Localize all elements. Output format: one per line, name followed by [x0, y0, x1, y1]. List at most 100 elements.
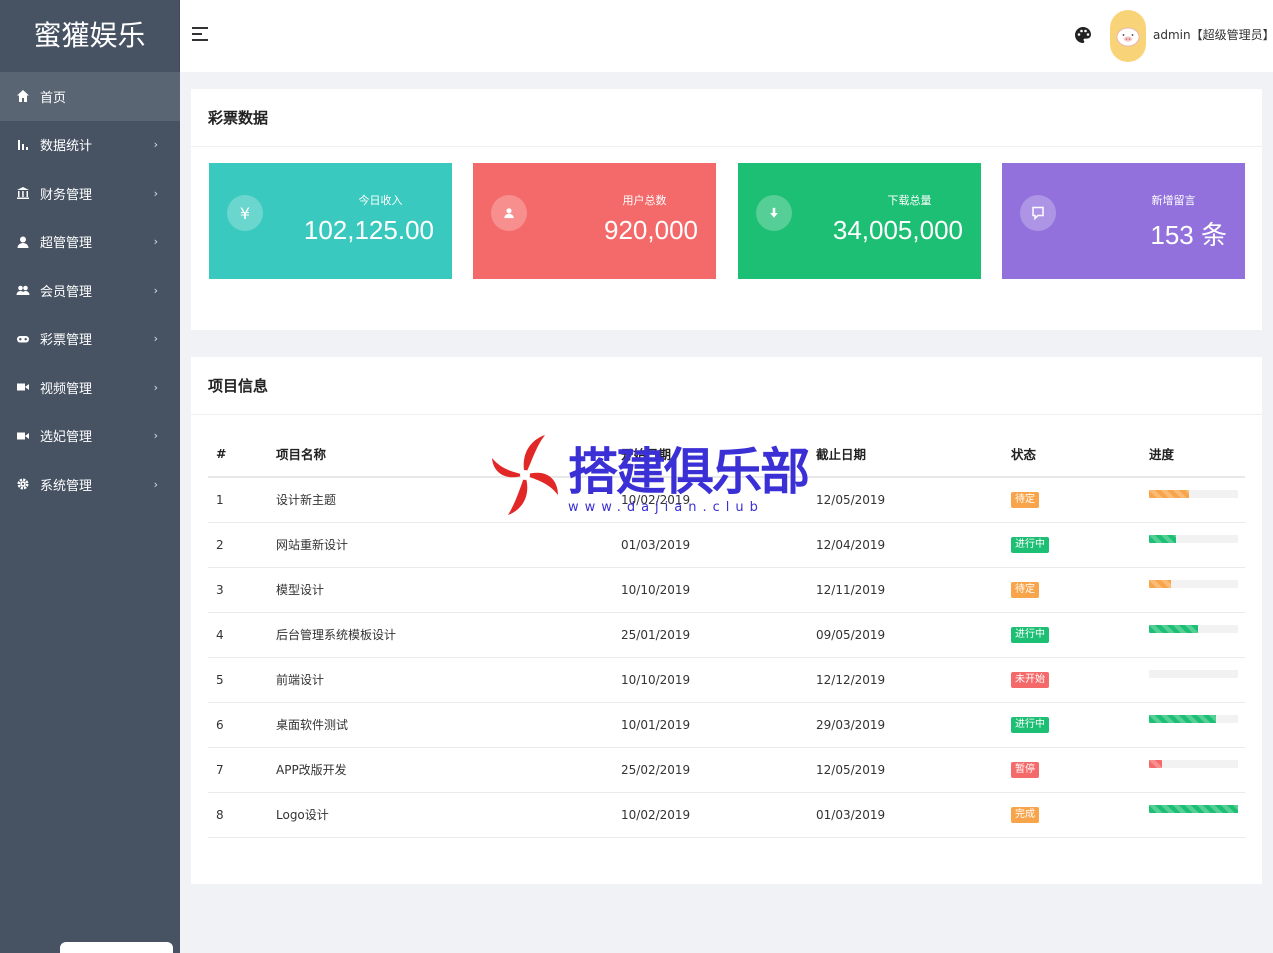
user-icon [16, 235, 30, 249]
panel-title: 彩票数据 [191, 89, 1262, 147]
sidebar-item-4[interactable]: 会员管理 › [0, 266, 180, 315]
progress-fill [1149, 534, 1176, 543]
progress-fill [1149, 579, 1172, 588]
panel-title: 项目信息 [191, 357, 1262, 415]
column-header: 进度 [1141, 431, 1245, 478]
status-badge: 进行中 [1011, 717, 1049, 733]
stat-card[interactable]: 用户总数 920,000 [473, 163, 716, 279]
end-date: 12/11/2019 [808, 567, 1003, 613]
project-name: 后台管理系统模板设计 [268, 612, 613, 658]
progress-cell [1141, 567, 1245, 613]
progress-cell [1141, 702, 1245, 748]
video-icon [16, 380, 30, 394]
progress-cell [1141, 792, 1245, 838]
stat-value: 920,000 [604, 215, 698, 245]
sidebar-item-8[interactable]: 系统管理 › [0, 460, 180, 509]
status-cell: 未开始 [1003, 657, 1141, 703]
start-date: 01/03/2019 [613, 522, 808, 568]
status-cell: 完成 [1003, 792, 1141, 838]
table-row[interactable]: 1 设计新主题 10/02/2019 12/05/2019 待定 [208, 477, 1245, 523]
start-date: 10/02/2019 [613, 477, 808, 523]
table-header-row: # 项目名称 开始日期 截止日期 状态 进度 [208, 431, 1245, 478]
end-date: 12/05/2019 [808, 477, 1003, 523]
sidebar-item-2[interactable]: 财务管理 › [0, 169, 180, 218]
app-root: 蜜獾娱乐 首页 数据统计 › 财务管理 › 超管管理 › 会员管理 › 彩票管理 › 视频管理 › 选妃管… [0, 0, 1273, 953]
stat-label: 今日收入 [358, 194, 403, 207]
stat-value: 34,005,000 [832, 215, 963, 245]
sidebar-item-label: 首页 [40, 90, 67, 106]
sidebar-item-1[interactable]: 数据统计 › [0, 121, 180, 170]
start-date: 25/01/2019 [613, 612, 808, 658]
sidebar-item-6[interactable]: 视频管理 › [0, 363, 180, 412]
project-name: 桌面软件测试 [268, 702, 613, 748]
status-badge: 待定 [1011, 492, 1039, 509]
column-header: 状态 [1003, 431, 1141, 478]
table-row[interactable]: 3 模型设计 10/10/2019 12/11/2019 待定 [208, 567, 1245, 613]
column-header: 截止日期 [808, 431, 1003, 478]
progress-fill [1149, 624, 1198, 633]
chevron-right-icon: › [153, 283, 158, 297]
sidebar-item-label: 会员管理 [40, 284, 93, 300]
sidebar-item-label: 彩票管理 [40, 333, 93, 349]
user-name: admin【超级管理员】 [1153, 28, 1273, 42]
table-row[interactable]: 8 Logo设计 10/02/2019 01/03/2019 完成 [208, 792, 1245, 838]
status-badge: 进行中 [1011, 537, 1049, 553]
chevron-right-icon: › [153, 477, 158, 491]
menu-toggle-icon[interactable] [192, 27, 208, 43]
progress-cell [1141, 612, 1245, 658]
lottery-data-panel: 彩票数据 ¥ 今日收入 102,125.00 用户总数 920,000 下载总量 34,00… [191, 89, 1262, 330]
sidebar-item-0[interactable]: 首页 [0, 72, 180, 121]
sidebar-item-3[interactable]: 超管管理 › [0, 218, 180, 267]
chevron-right-icon: › [153, 138, 158, 152]
sidebar: 蜜獾娱乐 首页 数据统计 › 财务管理 › 超管管理 › 会员管理 › 彩票管理 › 视频管理 › 选妃管… [0, 0, 180, 953]
sidebar-item-7[interactable]: 选妃管理 › [0, 412, 180, 461]
stat-card[interactable]: 下载总量 34,005,000 [738, 163, 981, 279]
row-id: 7 [208, 747, 268, 793]
progress-cell [1141, 522, 1245, 568]
sidebar-item-label: 选妃管理 [40, 430, 93, 446]
stat-label: 用户总数 [622, 194, 667, 207]
project-name: 前端设计 [268, 657, 613, 703]
table-row[interactable]: 4 后台管理系统模板设计 25/01/2019 09/05/2019 进行中 [208, 612, 1245, 658]
project-info-panel: 项目信息 # 项目名称 开始日期 截止日期 状态 进度 1 设计新主题 10/02/2019 1… [191, 357, 1262, 884]
stat-value: 153 条 [1150, 220, 1227, 250]
stat-card[interactable]: ¥ 今日收入 102,125.00 [209, 163, 452, 279]
users-icon [16, 283, 30, 297]
table-row[interactable]: 7 APP改版开发 25/02/2019 12/05/2019 暂停 [208, 747, 1245, 793]
progress-bar [1149, 669, 1238, 678]
progress-bar [1149, 534, 1238, 543]
gear-icon [16, 477, 30, 491]
row-id: 2 [208, 522, 268, 568]
sidebar-menu: 首页 数据统计 › 财务管理 › 超管管理 › 会员管理 › 彩票管理 › 视频管理 › 选妃管理 › 系统管… [0, 72, 180, 509]
stat-label: 下载总量 [887, 194, 932, 207]
chevron-right-icon: › [153, 429, 158, 443]
stat-card[interactable]: 新增留言 153 条 [1002, 163, 1245, 279]
progress-fill [1149, 759, 1163, 768]
table-row[interactable]: 6 桌面软件测试 10/01/2019 29/03/2019 进行中 [208, 702, 1245, 748]
end-date: 29/03/2019 [808, 702, 1003, 748]
project-table: # 项目名称 开始日期 截止日期 状态 进度 1 设计新主题 10/02/2019 12/05/… [208, 431, 1245, 838]
progress-bar [1149, 804, 1238, 813]
sidebar-bottom-tab [60, 942, 173, 953]
video-icon [16, 429, 30, 443]
table-row[interactable]: 2 网站重新设计 01/03/2019 12/04/2019 进行中 [208, 522, 1245, 568]
palette-icon[interactable] [1074, 26, 1092, 44]
bar-chart-icon [16, 138, 30, 152]
avatar[interactable] [1110, 10, 1146, 62]
table-row[interactable]: 5 前端设计 10/10/2019 12/12/2019 未开始 [208, 657, 1245, 703]
project-name: APP改版开发 [268, 747, 613, 793]
row-id: 6 [208, 702, 268, 748]
row-id: 1 [208, 477, 268, 523]
status-badge: 待定 [1011, 582, 1039, 598]
column-header: # [208, 431, 268, 478]
user-menu[interactable]: admin【超级管理员】 ▾ [1153, 26, 1273, 43]
bank-icon [16, 186, 30, 200]
sidebar-item-5[interactable]: 彩票管理 › [0, 315, 180, 364]
chevron-right-icon: › [153, 380, 158, 394]
end-date: 09/05/2019 [808, 612, 1003, 658]
app-logo[interactable]: 蜜獾娱乐 [0, 0, 180, 72]
gamepad-icon [16, 332, 30, 346]
sidebar-item-label: 超管管理 [40, 236, 93, 252]
chevron-right-icon: › [153, 235, 158, 249]
progress-bar [1149, 579, 1238, 588]
